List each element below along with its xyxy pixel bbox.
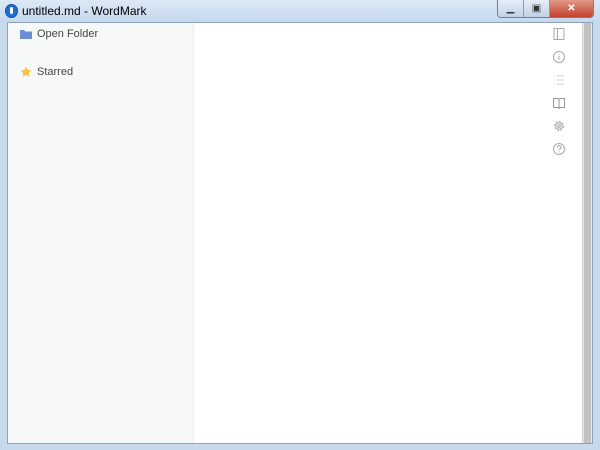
sidebar-toggle-icon[interactable] [552,27,566,41]
close-icon: ✕ [567,3,576,14]
window-title: untitled.md - WordMark [22,4,147,18]
app-icon [5,4,18,18]
close-button[interactable]: ✕ [550,0,593,17]
open-folder-label: Open Folder [37,28,99,40]
editor-area[interactable] [194,23,582,443]
app-window: Open Folder Starred [7,22,593,444]
starred-item[interactable]: Starred [20,66,73,78]
list-icon[interactable] [552,73,566,87]
maximize-button[interactable]: ▣ [524,0,550,17]
info-icon[interactable] [552,50,566,64]
scrollbar[interactable] [582,23,592,443]
star-icon [20,66,32,77]
book-icon[interactable] [552,96,566,110]
minimize-icon: ▁ [506,3,515,14]
starred-label: Starred [37,66,74,78]
maximize-icon: ▣ [531,3,542,14]
folder-icon [20,30,32,39]
help-icon[interactable] [552,142,566,156]
open-folder-button[interactable]: Open Folder [20,28,98,40]
toolbar [552,27,566,156]
title-bar: untitled.md - WordMark ▁ ▣ ✕ [0,0,600,22]
minimize-button[interactable]: ▁ [498,0,524,17]
sidebar: Open Folder Starred [8,23,194,443]
scrollbar-thumb[interactable] [584,23,591,443]
gear-icon[interactable] [552,119,566,133]
